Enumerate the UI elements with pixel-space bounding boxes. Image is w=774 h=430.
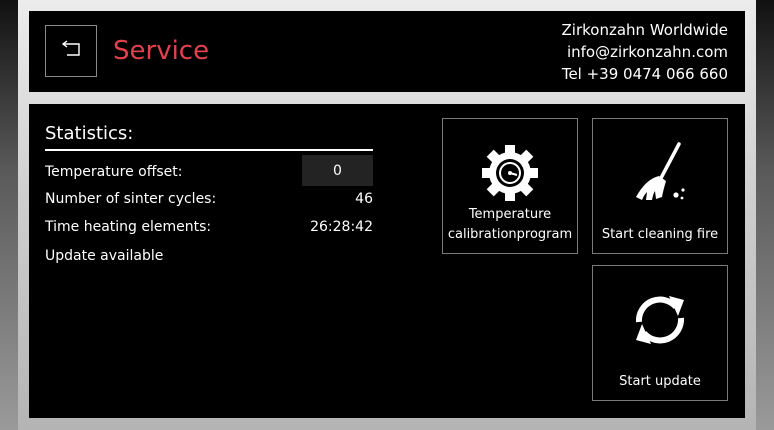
update-status-row: Update available — [45, 245, 373, 267]
heating-time-label: Time heating elements: — [45, 219, 212, 235]
contact-email: info@zirkonzahn.com — [566, 43, 728, 61]
start-update-tile[interactable]: Start update — [592, 265, 728, 401]
cleaning-fire-label: Start cleaning fire — [601, 227, 719, 242]
update-available-text: Update available — [45, 248, 164, 264]
contact-phone: Tel +39 0474 066 660 — [561, 65, 728, 83]
temperature-calibration-label-line1: Temperature — [468, 207, 552, 222]
main-panel: Statistics: Temperature offset: Number o… — [29, 104, 745, 418]
temperature-offset-label: Temperature offset: — [45, 164, 183, 180]
company-name: Zirkonzahn Worldwide — [561, 21, 728, 39]
heating-time-value: 26:28:42 — [310, 219, 373, 235]
temperature-calibration-label-line2: calibrationprogram — [447, 227, 573, 242]
back-arrow-icon — [60, 40, 82, 62]
sinter-cycles-row: Number of sinter cycles: 46 — [45, 188, 373, 210]
temperature-calibration-label: Temperature calibrationprogram — [447, 205, 573, 245]
back-button[interactable] — [45, 25, 97, 77]
heating-time-row: Time heating elements: 26:28:42 — [45, 216, 373, 238]
temperature-offset-row: Temperature offset: — [45, 155, 373, 186]
page-title: Service — [113, 36, 210, 66]
right-frame-strip — [756, 0, 774, 430]
contact-info: Zirkonzahn Worldwide info@zirkonzahn.com… — [562, 19, 728, 85]
cleaning-fire-tile[interactable]: Start cleaning fire — [592, 118, 728, 254]
broom-icon — [593, 141, 727, 205]
sinter-cycles-label: Number of sinter cycles: — [45, 191, 217, 207]
left-frame-strip — [0, 0, 18, 430]
gear-gauge-icon — [443, 143, 577, 203]
sinter-cycles-value: 46 — [355, 191, 373, 207]
start-update-label: Start update — [619, 374, 701, 389]
statistics-heading: Statistics: — [45, 122, 373, 151]
header-panel: Service Zirkonzahn Worldwide info@zirkon… — [29, 11, 745, 92]
temperature-calibration-tile[interactable]: Temperature calibrationprogram — [442, 118, 578, 254]
temperature-offset-input[interactable] — [302, 155, 373, 186]
sync-icon — [593, 288, 727, 352]
